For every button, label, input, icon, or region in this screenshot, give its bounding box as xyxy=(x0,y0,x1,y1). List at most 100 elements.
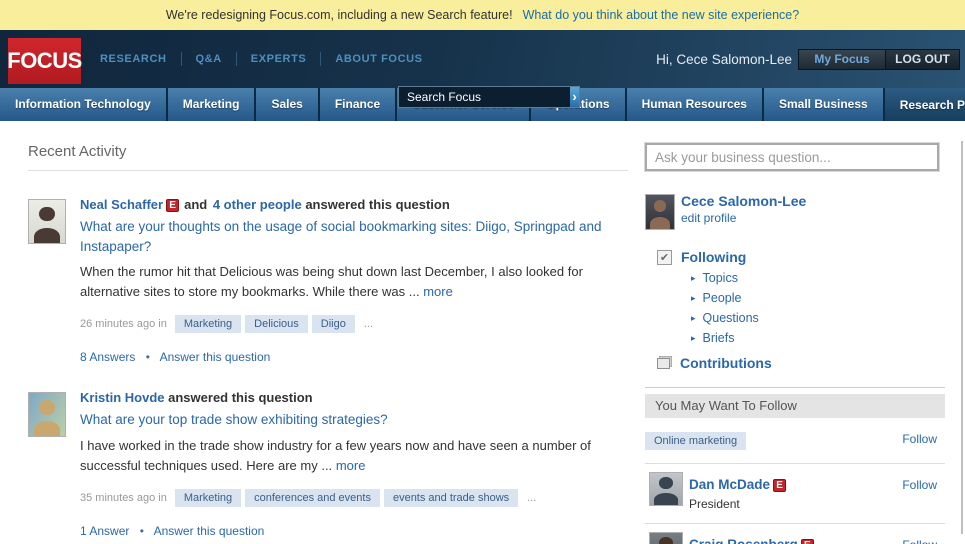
follow-button[interactable]: Follow xyxy=(902,478,937,492)
following-people-link[interactable]: People xyxy=(703,291,742,305)
more-link[interactable]: more xyxy=(336,458,366,473)
nav-about-focus[interactable]: ABOUT FOCUS xyxy=(335,53,422,65)
main-nav: RESEARCH Q&A EXPERTS ABOUT FOCUS xyxy=(100,30,423,88)
more-tags-ellipsis[interactable]: ... xyxy=(527,492,536,504)
promo-feedback-link[interactable]: What do you think about the new site exp… xyxy=(523,8,800,22)
tab-information-technology[interactable]: Information Technology xyxy=(0,88,168,121)
headline-action: answered this question xyxy=(168,390,312,405)
more-link[interactable]: more xyxy=(423,284,453,299)
checkbox-checked-icon[interactable]: ✔ xyxy=(657,250,672,265)
activity-meta: 26 minutes ago in Marketing Delicious Di… xyxy=(80,315,628,333)
list-item: ▸ Topics xyxy=(691,269,945,287)
documents-stack-icon xyxy=(657,358,670,369)
follow-button[interactable]: Follow xyxy=(902,432,937,446)
tab-marketing[interactable]: Marketing xyxy=(168,88,257,121)
topic-chip[interactable]: Marketing xyxy=(175,315,241,333)
suggested-person-row: Craig RosenbergE Leader, Focus Expert Ne… xyxy=(645,524,945,544)
avatar[interactable] xyxy=(649,532,683,544)
nav-qa[interactable]: Q&A xyxy=(196,53,222,65)
answers-count-link[interactable]: 8 Answers xyxy=(80,350,135,364)
snippet-text: When the rumor hit that Delicious was be… xyxy=(80,264,583,299)
person-name-link[interactable]: Craig Rosenberg xyxy=(689,537,798,544)
list-item: ▸ Briefs xyxy=(691,329,945,347)
following-questions-link[interactable]: Questions xyxy=(703,311,759,325)
activity-item: Neal SchafferEand 4 other people answere… xyxy=(28,197,628,364)
tab-human-resources[interactable]: Human Resources xyxy=(627,88,764,121)
nav-divider xyxy=(236,52,237,66)
triangle-bullet-icon: ▸ xyxy=(691,313,696,323)
search-arrow-icon: › xyxy=(572,89,576,104)
follow-button[interactable]: Follow xyxy=(902,538,937,544)
activity-actions: 8 Answers • Answer this question xyxy=(80,350,628,364)
user-greeting: Hi, Cece Salomon-Lee xyxy=(656,52,792,67)
ask-question-input[interactable] xyxy=(645,143,939,171)
actor-link[interactable]: Kristin Hovde xyxy=(80,390,165,405)
nav-research[interactable]: RESEARCH xyxy=(100,53,167,65)
answers-count-link[interactable]: 1 Answer xyxy=(80,524,129,538)
person-name-link[interactable]: Dan McDade xyxy=(689,477,770,492)
search-input[interactable] xyxy=(399,87,570,107)
tab-small-business[interactable]: Small Business xyxy=(764,88,885,121)
question-link[interactable]: What are your thoughts on the usage of s… xyxy=(80,217,628,256)
activity-headline: Neal SchafferEand 4 other people answere… xyxy=(80,197,628,212)
profile-card: Cece Salomon-Lee edit profile xyxy=(645,193,945,231)
question-link[interactable]: What are your top trade show exhibiting … xyxy=(80,410,628,430)
more-tags-ellipsis[interactable]: ... xyxy=(364,318,373,330)
triangle-bullet-icon: ▸ xyxy=(691,293,696,303)
following-topics-link[interactable]: Topics xyxy=(703,271,738,285)
following-header: ✔ Following xyxy=(657,249,945,265)
activity-meta: 35 minutes ago in Marketing conferences … xyxy=(80,489,628,507)
avatar[interactable] xyxy=(28,199,66,244)
answer-question-link[interactable]: Answer this question xyxy=(160,350,271,364)
other-people-link[interactable]: 4 other people xyxy=(213,197,302,212)
triangle-bullet-icon: ▸ xyxy=(691,333,696,343)
page-content: Recent Activity Neal SchafferEand 4 othe… xyxy=(0,121,965,534)
page-title: Recent Activity xyxy=(28,143,628,160)
actor-link[interactable]: Neal Schaffer xyxy=(80,197,163,212)
logout-button[interactable]: LOG OUT xyxy=(886,50,959,69)
person-title: President xyxy=(689,497,945,511)
topic-chip[interactable]: Online marketing xyxy=(645,432,746,450)
title-divider xyxy=(28,170,628,171)
timestamp: 26 minutes ago in xyxy=(80,318,167,330)
tab-research-products-label: Research Products xyxy=(900,89,965,121)
expert-badge: E xyxy=(166,199,179,212)
topic-chip[interactable]: Delicious xyxy=(245,315,308,333)
edit-profile-link[interactable]: edit profile xyxy=(681,211,736,225)
profile-name-link[interactable]: Cece Salomon-Lee xyxy=(681,193,945,209)
search-submit-button[interactable]: › xyxy=(570,87,579,107)
headline-action: answered this question xyxy=(305,197,449,212)
avatar[interactable] xyxy=(645,194,675,230)
topic-chip[interactable]: Diigo xyxy=(312,315,355,333)
suggestions-header: You May Want To Follow xyxy=(645,394,945,418)
nav-divider xyxy=(181,52,182,66)
topic-chip[interactable]: Marketing xyxy=(175,489,241,507)
sidebar: Cece Salomon-Lee edit profile ✔ Followin… xyxy=(645,143,945,544)
answer-question-link[interactable]: Answer this question xyxy=(154,524,265,538)
dot-separator: • xyxy=(146,350,150,364)
page-edge-divider xyxy=(961,141,963,534)
tab-sales[interactable]: Sales xyxy=(256,88,319,121)
user-area: Hi, Cece Salomon-Lee My Focus LOG OUT xyxy=(656,30,960,88)
list-item: ▸ People xyxy=(691,289,945,307)
suggested-person-row: Dan McDadeE President Follow xyxy=(645,464,945,524)
avatar[interactable] xyxy=(649,472,683,506)
contributions-link[interactable]: Contributions xyxy=(680,355,772,371)
activity-feed: Recent Activity Neal SchafferEand 4 othe… xyxy=(28,143,628,538)
sidebar-divider xyxy=(645,387,945,388)
activity-headline: Kristin Hovde answered this question xyxy=(80,390,628,405)
avatar[interactable] xyxy=(28,392,66,437)
site-header: FOCUS RESEARCH Q&A EXPERTS ABOUT FOCUS ›… xyxy=(0,30,965,88)
topic-chip[interactable]: conferences and events xyxy=(245,489,380,507)
tab-research-products[interactable]: Research Products xyxy=(885,88,965,121)
topic-chip[interactable]: events and trade shows xyxy=(384,489,518,507)
search-box: › xyxy=(398,86,580,108)
my-focus-button[interactable]: My Focus xyxy=(799,50,885,69)
following-link[interactable]: Following xyxy=(681,249,746,265)
following-briefs-link[interactable]: Briefs xyxy=(703,331,735,345)
tab-finance[interactable]: Finance xyxy=(320,88,397,121)
session-buttons: My Focus LOG OUT xyxy=(798,49,960,70)
focus-logo[interactable]: FOCUS xyxy=(8,38,81,84)
nav-experts[interactable]: EXPERTS xyxy=(251,53,307,65)
triangle-bullet-icon: ▸ xyxy=(691,273,696,283)
